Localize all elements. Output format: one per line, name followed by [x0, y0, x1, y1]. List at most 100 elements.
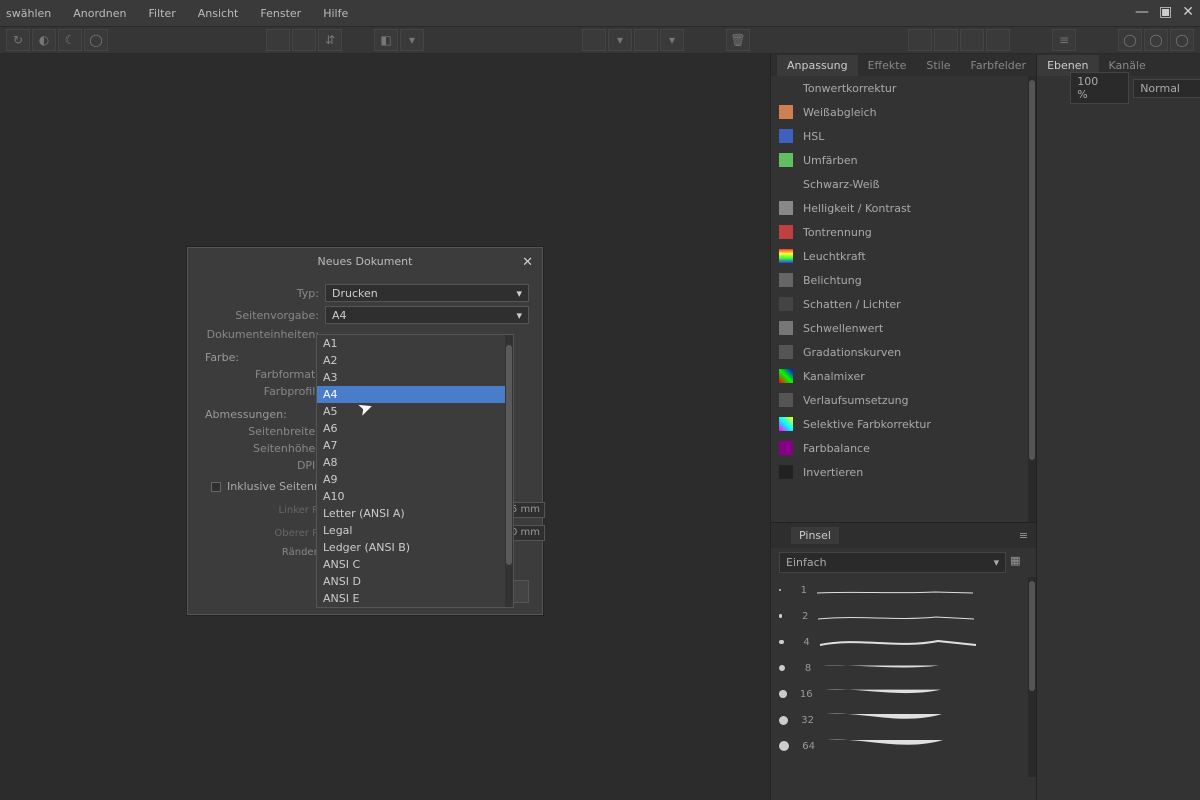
include-margins-checkbox[interactable] — [211, 482, 221, 492]
menu-item[interactable]: Filter — [149, 7, 176, 20]
dropdown-option[interactable]: ANSI E — [317, 590, 505, 607]
tool-button[interactable]: ◯ — [84, 29, 108, 51]
brush-item[interactable]: 64 — [771, 733, 1028, 759]
preset-select[interactable]: A4▾ — [325, 306, 529, 324]
trash-icon[interactable]: 🗑 — [726, 29, 750, 51]
type-select[interactable]: Drucken▾ — [325, 284, 529, 302]
blend-select[interactable]: Normal — [1133, 79, 1200, 98]
dropdown-option[interactable]: A2 — [317, 352, 505, 369]
dropdown-option[interactable]: Legal — [317, 522, 505, 539]
menu-item[interactable]: Ansicht — [198, 7, 239, 20]
tool-button[interactable] — [986, 29, 1010, 51]
dropdown-option[interactable]: A10 — [317, 488, 505, 505]
dropdown-icon[interactable]: ▾ — [400, 29, 424, 51]
dropdown-option[interactable]: ANSI D — [317, 573, 505, 590]
brush-size-label: 1 — [789, 585, 807, 596]
minimize-icon[interactable]: — — [1135, 4, 1149, 20]
dropdown-option[interactable]: A9 — [317, 471, 505, 488]
brush-preview — [819, 657, 1020, 679]
adjustment-item[interactable]: Belichtung — [771, 268, 1028, 292]
adjustment-icon — [779, 321, 793, 335]
tool-button[interactable]: ◧ — [374, 29, 398, 51]
brush-item[interactable]: 1 — [771, 577, 1028, 603]
brush-preview — [816, 605, 1020, 627]
label: Seitenbreite: — [201, 425, 325, 438]
tab-pinsel[interactable]: Pinsel — [791, 527, 839, 544]
dropdown-option[interactable]: ANSI C — [317, 556, 505, 573]
adjustment-item[interactable]: Kanalmixer — [771, 364, 1028, 388]
tool-button[interactable]: ▾ — [608, 29, 632, 51]
tab-stile[interactable]: Stile — [916, 55, 960, 76]
brush-dot-icon — [779, 589, 781, 591]
tab-farbfelder[interactable]: Farbfelder — [961, 55, 1037, 76]
adjustment-item[interactable]: Gradationskurven — [771, 340, 1028, 364]
scrollbar[interactable] — [1028, 76, 1036, 522]
adjustment-item[interactable]: Verlaufsumsetzung — [771, 388, 1028, 412]
tool-button[interactable]: ☾ — [58, 29, 82, 51]
tool-button[interactable]: ◯ — [1170, 29, 1194, 51]
adjustment-item[interactable]: Tontrennung — [771, 220, 1028, 244]
adjustment-item[interactable]: Selektive Farbkorrektur — [771, 412, 1028, 436]
adjustment-item[interactable]: Schwarz-Weiß — [771, 172, 1028, 196]
tool-button[interactable]: ◯ — [1144, 29, 1168, 51]
menu-item[interactable]: Hilfe — [323, 7, 348, 20]
tool-button[interactable] — [960, 29, 984, 51]
dropdown-option[interactable]: A6 — [317, 420, 505, 437]
adjustment-item[interactable]: Weißabgleich — [771, 100, 1028, 124]
brush-grid-icon[interactable]: ▦ — [1010, 554, 1028, 572]
tab-effekte[interactable]: Effekte — [858, 55, 917, 76]
tool-button[interactable] — [934, 29, 958, 51]
scrollbar[interactable] — [1028, 577, 1036, 777]
menu-item[interactable]: swählen — [6, 7, 51, 20]
menu-item[interactable]: Anordnen — [73, 7, 126, 20]
brush-item[interactable]: 16 — [771, 681, 1028, 707]
adjustment-item[interactable]: Tonwertkorrektur — [771, 76, 1028, 100]
tool-button[interactable]: ⇵ — [318, 29, 342, 51]
tool-button[interactable] — [266, 29, 290, 51]
adjustment-item[interactable]: HSL — [771, 124, 1028, 148]
brush-item[interactable]: 2 — [771, 603, 1028, 629]
tool-button[interactable] — [292, 29, 316, 51]
adjustment-item[interactable]: Farbbalance — [771, 436, 1028, 460]
opacity-select[interactable]: 100 % — [1070, 72, 1129, 104]
tab-anpassung[interactable]: Anpassung — [777, 55, 858, 76]
tool-button[interactable] — [908, 29, 932, 51]
brush-dot-icon — [779, 741, 789, 751]
brush-item[interactable]: 4 — [771, 629, 1028, 655]
tool-button[interactable]: ◯ — [1118, 29, 1142, 51]
brush-item[interactable]: 8 — [771, 655, 1028, 681]
close-icon[interactable]: ✕ — [522, 255, 533, 270]
dropdown-option[interactable]: A8 — [317, 454, 505, 471]
tool-button[interactable] — [582, 29, 606, 51]
adjustment-item[interactable]: Invertieren — [771, 460, 1028, 484]
brush-category-select[interactable]: Einfach ▾ — [779, 552, 1006, 573]
brush-dot-icon — [779, 614, 782, 617]
dropdown-option[interactable]: A3 — [317, 369, 505, 386]
tool-button[interactable]: ↻ — [6, 29, 30, 51]
adjustment-item[interactable]: Leuchtkraft — [771, 244, 1028, 268]
tool-button[interactable] — [634, 29, 658, 51]
dropdown-option[interactable]: Letter (ANSI A) — [317, 505, 505, 522]
tool-button[interactable]: ≡ — [1052, 29, 1076, 51]
dropdown-option[interactable]: A4 — [317, 386, 505, 403]
maximize-icon[interactable]: ▣ — [1159, 4, 1172, 20]
adjustment-item[interactable]: Helligkeit / Kontrast — [771, 196, 1028, 220]
label: Farbformat: — [201, 368, 325, 381]
tool-button[interactable]: ◐ — [32, 29, 56, 51]
tool-button[interactable]: ▾ — [660, 29, 684, 51]
menu-item[interactable]: Fenster — [260, 7, 301, 20]
panel-menu-icon[interactable]: ≡ — [1019, 529, 1028, 542]
dropdown-option[interactable]: A5 — [317, 403, 505, 420]
dropdown-option[interactable]: A1 — [317, 335, 505, 352]
adjustment-icon — [779, 273, 793, 287]
adjustment-icon — [779, 225, 793, 239]
brush-item[interactable]: 32 — [771, 707, 1028, 733]
adjustment-item[interactable]: Umfärben — [771, 148, 1028, 172]
scrollbar[interactable] — [505, 335, 513, 607]
adjustment-item[interactable]: Schwellenwert — [771, 316, 1028, 340]
adjustment-item[interactable]: Schatten / Lichter — [771, 292, 1028, 316]
dropdown-option[interactable]: A7 — [317, 437, 505, 454]
adjustment-icon — [779, 129, 793, 143]
close-icon[interactable]: ✕ — [1182, 4, 1194, 20]
dropdown-option[interactable]: Ledger (ANSI B) — [317, 539, 505, 556]
